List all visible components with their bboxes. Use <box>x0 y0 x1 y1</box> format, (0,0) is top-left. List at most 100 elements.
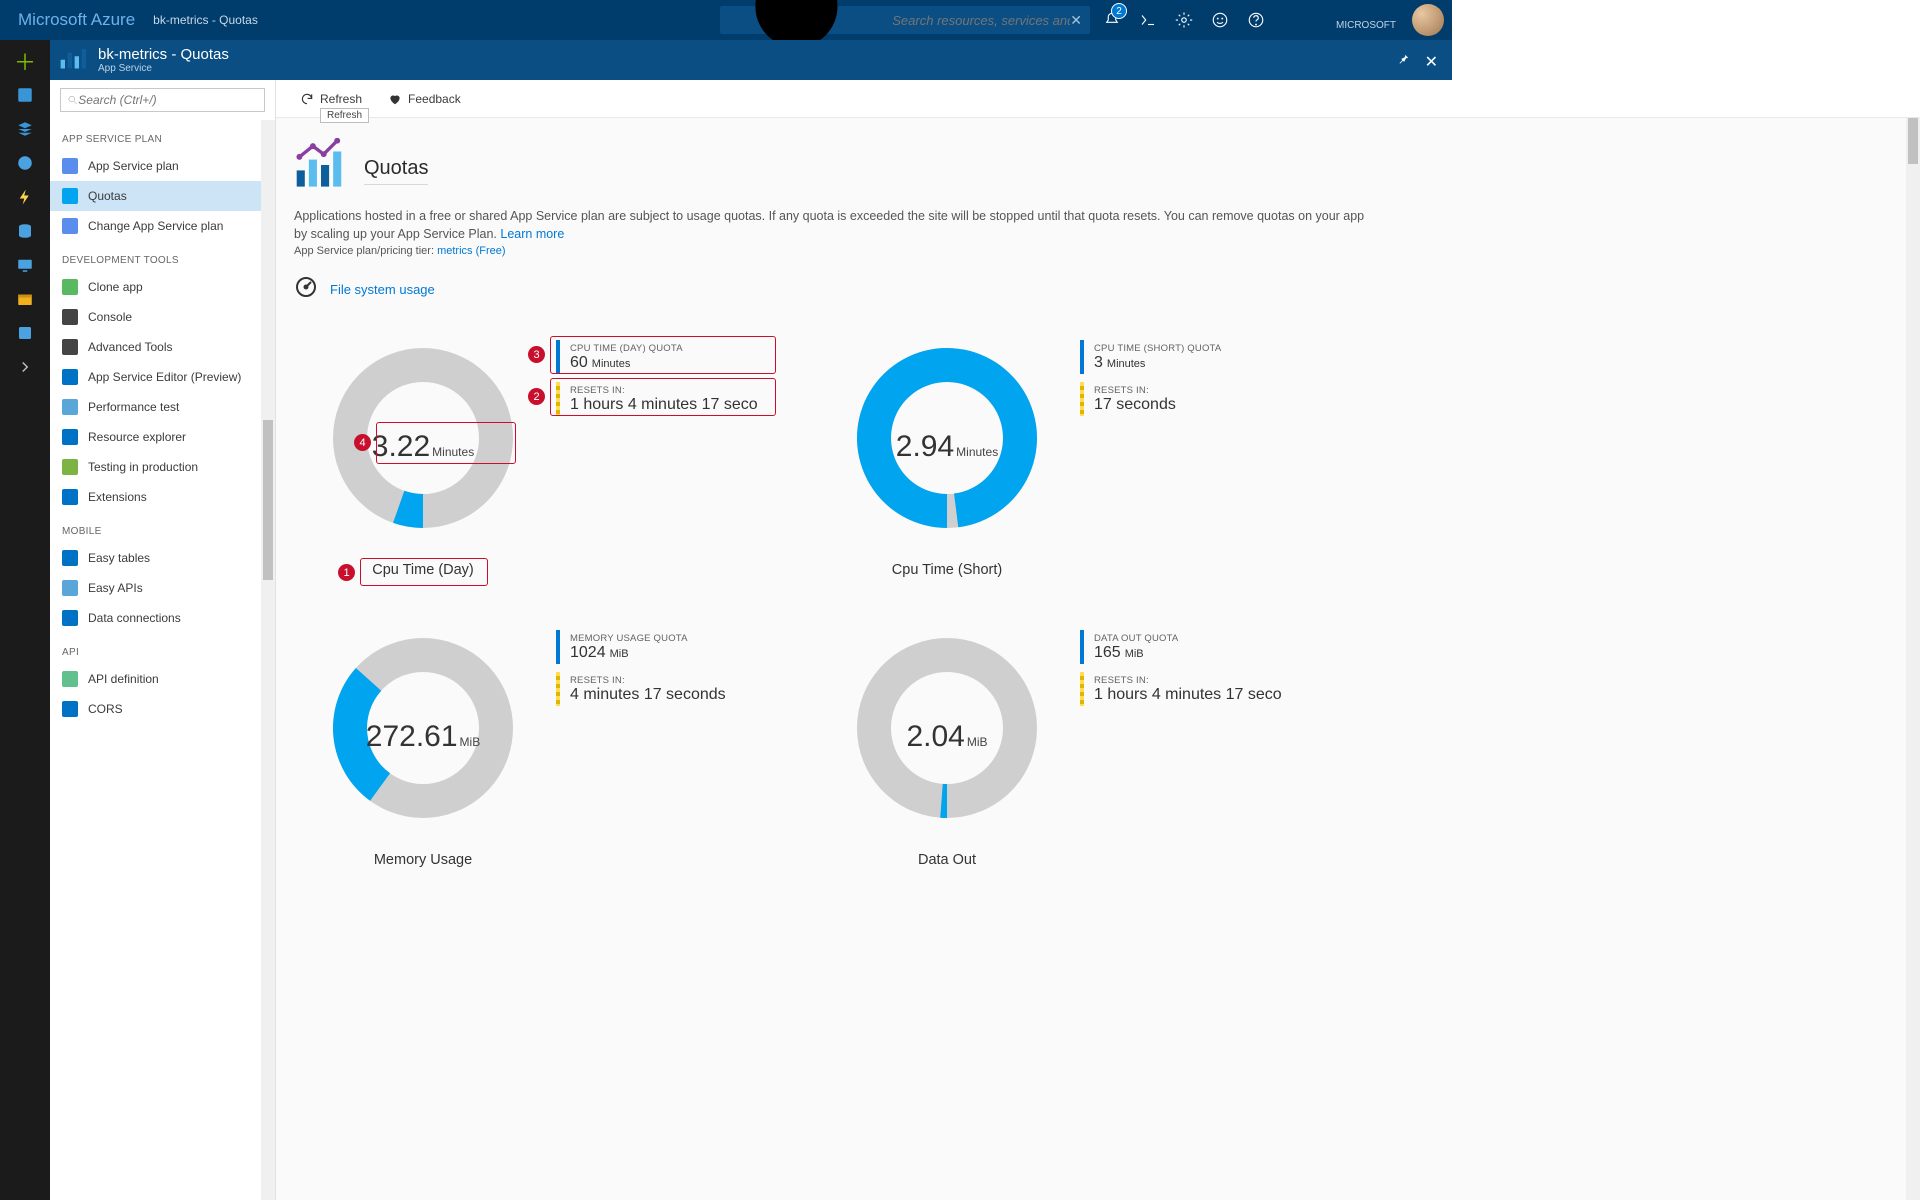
menu-item-icon <box>62 279 78 295</box>
menu-item-icon <box>62 610 78 626</box>
menu-item[interactable]: App Service plan <box>50 151 275 181</box>
menu-item-label: Testing in production <box>88 460 198 474</box>
feedback-button[interactable]: Feedback <box>378 86 471 112</box>
resets-value: 1 hours 4 minutes 17 seco <box>1094 686 1282 704</box>
quota-name: Memory Usage <box>374 852 472 868</box>
menu-item-label: Change App Service plan <box>88 219 223 233</box>
menu-item-icon <box>62 309 78 325</box>
blade-subtitle: App Service <box>98 63 229 74</box>
quota-info: MEMORY USAGE QUOTA1024MiBRESETS IN:4 min… <box>556 616 814 896</box>
rail-all-resources[interactable] <box>0 112 50 146</box>
help-button[interactable] <box>1238 0 1274 40</box>
menu-item-label: CORS <box>88 702 123 716</box>
menu-item-icon <box>62 339 78 355</box>
menu-item-icon <box>62 671 78 687</box>
learn-more-link[interactable]: Learn more <box>500 227 564 241</box>
rail-functions[interactable] <box>0 180 50 214</box>
refresh-icon <box>300 92 314 106</box>
menu-item[interactable]: Easy tables <box>50 543 275 573</box>
menu-search-input[interactable] <box>78 93 258 107</box>
global-search[interactable]: ✕ <box>720 6 1090 34</box>
quota-limit-label: MEMORY USAGE QUOTA <box>570 633 688 644</box>
feedback-smiley-button[interactable] <box>1202 0 1238 40</box>
menu-item-icon <box>62 188 78 204</box>
menu-item-label: App Service Editor (Preview) <box>88 370 241 384</box>
menu-item-label: Easy APIs <box>88 581 143 595</box>
menu-item-icon <box>62 158 78 174</box>
menu-item[interactable]: Quotas <box>50 181 275 211</box>
menu-item[interactable]: Resource explorer <box>50 422 275 452</box>
left-rail: ＋ <box>0 40 50 1200</box>
content-pane: Refresh Feedback Refresh Quotas Applicat… <box>276 80 1920 1200</box>
rail-sql[interactable] <box>0 214 50 248</box>
heart-icon <box>388 92 402 106</box>
menu-item[interactable]: CORS <box>50 694 275 724</box>
menu-item[interactable]: App Service Editor (Preview) <box>50 362 275 392</box>
menu-group-header: APP SERVICE PLAN <box>50 120 275 151</box>
rail-storage[interactable] <box>0 282 50 316</box>
menu-item-label: Quotas <box>88 189 127 203</box>
menu-item[interactable]: Data connections <box>50 603 275 633</box>
quota-limit-value: 3 <box>1094 354 1103 372</box>
file-system-usage-link[interactable]: File system usage <box>330 282 435 297</box>
rail-more[interactable] <box>0 316 50 350</box>
menu-item[interactable]: API definition <box>50 664 275 694</box>
annotation-3: 3 <box>528 346 545 363</box>
resets-label: RESETS IN: <box>1094 675 1282 686</box>
menu-item[interactable]: Testing in production <box>50 452 275 482</box>
quota-grid: 3.22MinutesCpu Time (Day)41CPU TIME (DAY… <box>294 326 1902 896</box>
menu-item[interactable]: Console <box>50 302 275 332</box>
breadcrumb[interactable]: bk-metrics - Quotas <box>153 13 258 27</box>
menu-item[interactable]: Change App Service plan <box>50 211 275 241</box>
quota-limit-unit: MiB <box>1125 648 1144 660</box>
page-title: Quotas <box>364 151 428 185</box>
menu-item[interactable]: Easy APIs <box>50 573 275 603</box>
menu-item[interactable]: Clone app <box>50 272 275 302</box>
clear-icon[interactable]: ✕ <box>1070 12 1082 29</box>
resource-menu: APP SERVICE PLANApp Service plan Quotas Ch… <box>50 80 276 1200</box>
menu-item-icon <box>62 429 78 445</box>
close-button[interactable]: ✕ <box>1425 52 1438 72</box>
quota-chart: 272.61MiBMemory Usage <box>294 616 552 896</box>
rail-dashboard[interactable] <box>0 78 50 112</box>
content-scrollbar[interactable] <box>1906 118 1920 1200</box>
menu-item-icon <box>62 369 78 385</box>
account-info[interactable]: MICROSOFT <box>1274 5 1404 35</box>
refresh-tooltip: Refresh <box>320 108 369 123</box>
menu-group-header: DEVELOPMENT TOOLS <box>50 241 275 272</box>
quota-chart: 3.22MinutesCpu Time (Day)41 <box>294 326 552 606</box>
menu-item[interactable]: Performance test <box>50 392 275 422</box>
rail-vm[interactable] <box>0 248 50 282</box>
tier-link[interactable]: metrics (Free) <box>437 245 505 257</box>
rail-expand[interactable] <box>0 350 50 384</box>
quota-chart: 2.04MiBData Out <box>818 616 1076 896</box>
annotation-1: 1 <box>338 564 355 581</box>
menu-item[interactable]: Extensions <box>50 482 275 512</box>
quota-value: 2.04 <box>906 720 964 754</box>
quota-unit: MiB <box>967 735 988 749</box>
quota-limit-value: 1024 <box>570 644 606 662</box>
menu-item-icon <box>62 399 78 415</box>
brand[interactable]: Microsoft Azure <box>0 10 153 30</box>
settings-button[interactable] <box>1166 0 1202 40</box>
quota-limit-unit: Minutes <box>1107 358 1146 370</box>
create-resource-button[interactable]: ＋ <box>0 44 50 78</box>
menu-item-label: Performance test <box>88 400 179 414</box>
pin-button[interactable] <box>1396 52 1410 71</box>
quota-unit: Minutes <box>956 445 998 459</box>
menu-item-label: API definition <box>88 672 159 686</box>
cloud-shell-button[interactable] <box>1130 0 1166 40</box>
quota-limit-label: CPU TIME (SHORT) QUOTA <box>1094 343 1221 354</box>
avatar[interactable] <box>1412 4 1444 36</box>
menu-group-header: API <box>50 633 275 664</box>
menu-item-label: Resource explorer <box>88 430 186 444</box>
page-header: Quotas <box>294 138 1902 197</box>
menu-scrollbar[interactable] <box>261 120 275 1200</box>
quota-chart: 2.94MinutesCpu Time (Short) <box>818 326 1076 606</box>
global-search-input[interactable] <box>892 13 1070 28</box>
rail-web[interactable] <box>0 146 50 180</box>
quota-name: Cpu Time (Short) <box>892 562 1002 578</box>
menu-item[interactable]: Advanced Tools <box>50 332 275 362</box>
menu-search[interactable] <box>60 88 265 112</box>
notifications-button[interactable]: 2 <box>1094 0 1130 40</box>
